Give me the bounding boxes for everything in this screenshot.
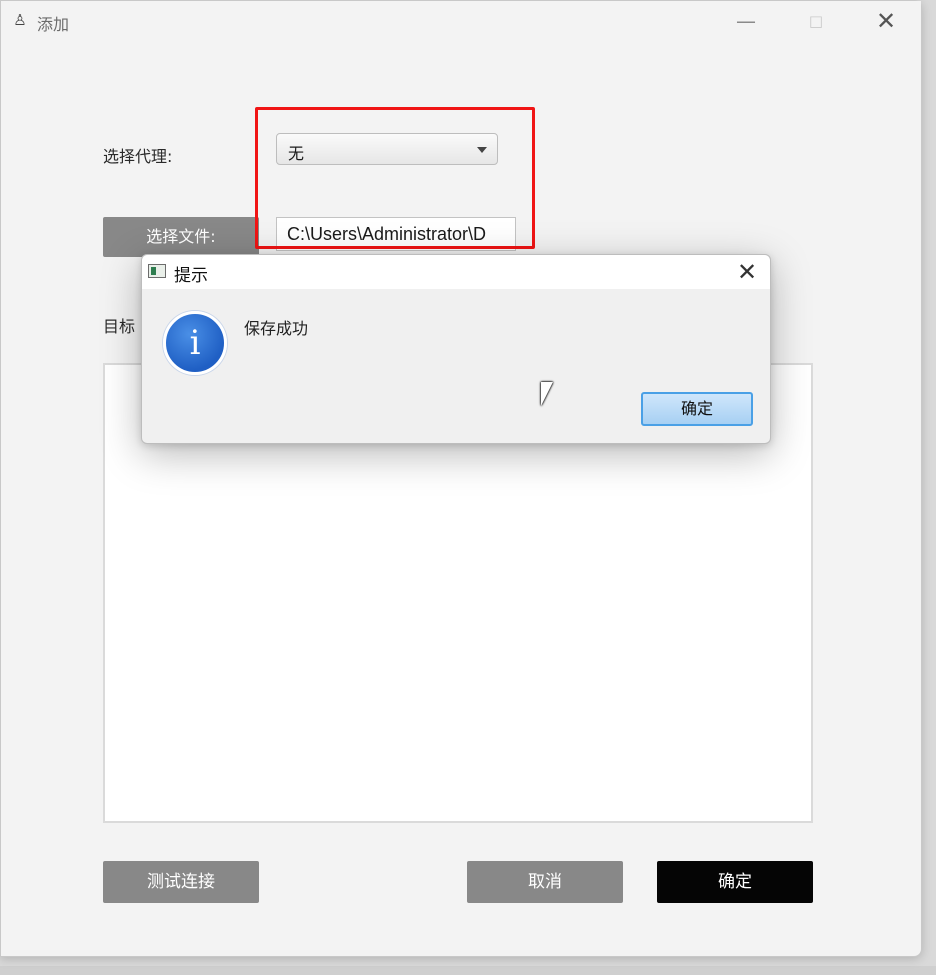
select-file-button[interactable]: 选择文件:	[103, 217, 259, 257]
cancel-button[interactable]: 取消	[467, 861, 623, 903]
highlight-annotation	[255, 107, 535, 249]
maximize-button[interactable]: □	[793, 5, 839, 37]
dialog-close-button[interactable]: ✕	[730, 256, 764, 288]
add-window: ♙ 添加 — □ ✕ 选择代理: 无 选择文件: C:\Users\Admini…	[0, 0, 922, 957]
dialog-message: 保存成功	[244, 319, 309, 338]
info-icon: i	[163, 311, 227, 375]
window-app-icon	[148, 264, 166, 278]
test-connection-button[interactable]: 测试连接	[103, 861, 259, 903]
target-label: 目标	[103, 317, 136, 336]
close-button[interactable]: ✕	[863, 5, 909, 37]
background-strip	[0, 966, 936, 975]
proxy-label: 选择代理:	[103, 147, 173, 166]
agent-icon: ♙	[13, 11, 27, 29]
window-titlebar[interactable]: ♙ 添加 — □ ✕	[1, 1, 921, 41]
dialog-ok-button[interactable]: 确定	[641, 392, 753, 426]
dialog-title: 提示	[174, 266, 208, 286]
dialog-titlebar[interactable]: 提示 ✕	[142, 255, 770, 289]
mouse-cursor-icon	[541, 382, 553, 406]
window-title: 添加	[37, 15, 70, 34]
minimize-button[interactable]: —	[723, 5, 769, 37]
confirm-button[interactable]: 确定	[657, 861, 813, 903]
info-dialog: 提示 ✕ i 保存成功 确定	[141, 254, 771, 444]
